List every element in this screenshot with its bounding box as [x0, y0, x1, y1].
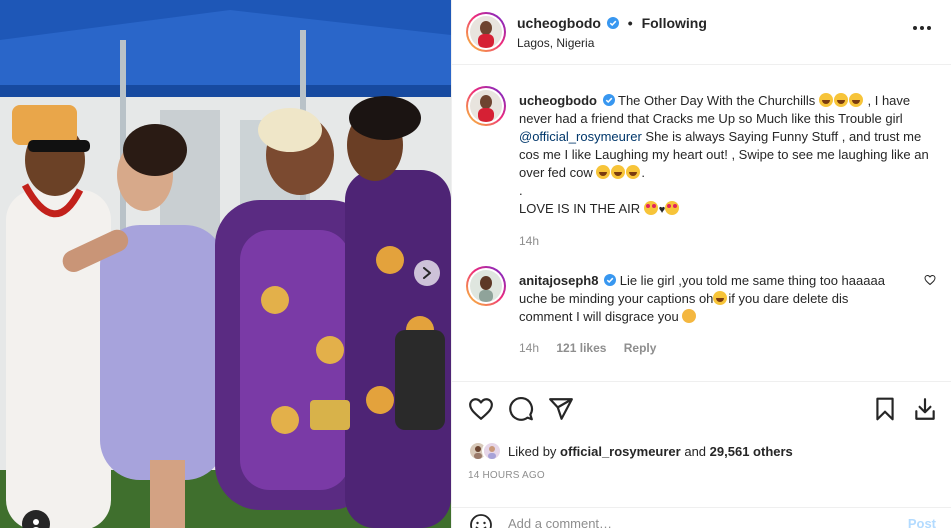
liked-by-user[interactable]: official_rosymeurer	[560, 444, 681, 459]
comment-likes[interactable]: 121 likes	[556, 341, 606, 355]
post-location[interactable]: Lagos, Nigeria	[517, 36, 594, 50]
heart-icon[interactable]	[468, 396, 494, 422]
post-header: ucheogbodo • Following Lagos, Nigeria	[452, 0, 951, 65]
author-username[interactable]: ucheogbodo	[517, 15, 601, 31]
comment-text: anitajoseph8 Lie lie girl ,you told me s…	[519, 272, 899, 326]
header-user-line: ucheogbodo • Following	[517, 15, 707, 31]
heart-eyes-emoji-icon	[665, 201, 680, 215]
post-timestamp[interactable]: 14 HOURS AGO	[468, 470, 545, 481]
comments-section: ucheogbodo The Other Day With the Church…	[452, 66, 951, 381]
chevron-right-icon	[423, 267, 431, 279]
comment-item: anitajoseph8 Lie lie girl ,you told me s…	[466, 266, 936, 366]
download-icon[interactable]	[912, 396, 938, 422]
avatar-image	[484, 443, 500, 459]
caption-dot-line: .	[519, 183, 523, 198]
liked-by-row: Liked by official_rosymeurer and 29,561 …	[468, 440, 793, 462]
more-options-icon[interactable]	[913, 26, 931, 32]
post-image	[0, 0, 451, 528]
rofl-emoji-icon	[626, 165, 641, 179]
verified-badge-icon	[606, 17, 619, 29]
comment-time[interactable]: 14h	[519, 341, 539, 355]
share-icon[interactable]	[548, 396, 574, 422]
grinning-squint-emoji-icon	[833, 93, 848, 107]
commenter-username[interactable]: anitajoseph8	[519, 273, 598, 288]
add-comment-input[interactable]	[508, 516, 878, 528]
header-separator: •	[627, 15, 633, 31]
post-actions: Liked by official_rosymeurer and 29,561 …	[452, 381, 951, 528]
laughing-emoji-icon	[713, 291, 728, 305]
avatar-image	[470, 16, 502, 48]
liked-by-prefix: Liked by	[508, 443, 557, 459]
carousel-next-button[interactable]	[414, 260, 440, 286]
rofl-emoji-icon	[611, 165, 626, 179]
rofl-emoji-icon	[596, 165, 611, 179]
liker-avatar[interactable]	[482, 441, 502, 461]
screaming-emoji-icon	[682, 309, 697, 323]
caption-text-part1: The Other Day With the Churchills	[618, 93, 816, 108]
commenter-avatar[interactable]	[466, 266, 506, 306]
grinning-squint-emoji-icon	[818, 93, 833, 107]
caption-avatar[interactable]	[466, 86, 506, 126]
likes-count[interactable]: 29,561 others	[710, 444, 793, 459]
author-avatar[interactable]	[466, 12, 506, 52]
comment-reply-button[interactable]: Reply	[624, 341, 657, 355]
add-comment-bar: Post	[452, 507, 951, 528]
comment-like-heart-icon[interactable]	[924, 274, 936, 286]
smiley-icon[interactable]	[469, 513, 493, 528]
grinning-squint-emoji-icon	[848, 93, 863, 107]
bookmark-icon[interactable]	[872, 396, 898, 422]
liked-by-joiner: and	[684, 443, 707, 459]
caption-username[interactable]: ucheogbodo	[519, 93, 597, 108]
verified-badge-icon	[602, 94, 615, 106]
caption-time[interactable]: 14h	[519, 234, 539, 248]
verified-badge-icon	[604, 274, 617, 286]
following-button[interactable]: Following	[642, 15, 707, 31]
caption-block: ucheogbodo The Other Day With the Church…	[466, 86, 936, 256]
avatar-image	[470, 90, 502, 122]
heart-eyes-emoji-icon	[643, 201, 658, 215]
comment-icon[interactable]	[508, 396, 534, 422]
caption-meta: 14h	[519, 234, 553, 248]
liked-by-text: Liked by official_rosymeurer and 29,561 …	[508, 444, 793, 459]
caption-mention-link[interactable]: @official_rosymeurer	[519, 129, 642, 144]
person-tag-icon	[33, 519, 39, 528]
post-comment-button[interactable]: Post	[908, 516, 936, 528]
post-detail-panel: ucheogbodo • Following Lagos, Nigeria uc…	[451, 0, 951, 528]
avatar-image	[470, 270, 502, 302]
caption-text: ucheogbodo The Other Day With the Church…	[519, 93, 929, 216]
comment-meta: 14h 121 likes Reply	[519, 341, 670, 355]
caption-love-line: LOVE IS IN THE AIR	[519, 201, 641, 216]
post-photo[interactable]	[0, 0, 451, 528]
